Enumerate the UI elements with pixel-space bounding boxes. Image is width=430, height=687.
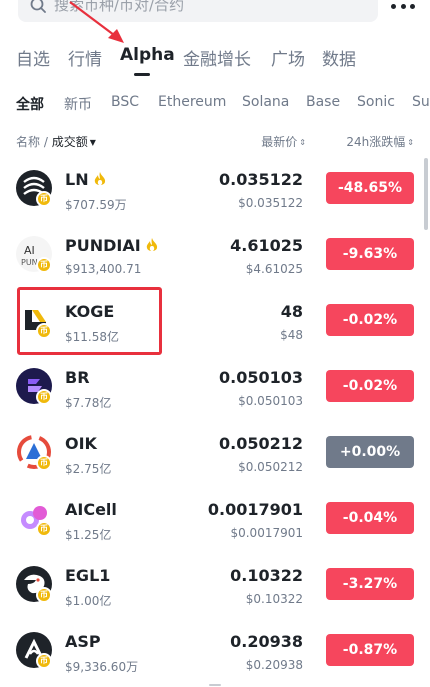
coin-badge-icon: 币 [36, 521, 52, 537]
tab-data[interactable]: 数据 [322, 45, 356, 70]
token-price-usd: $0.10322 [245, 592, 303, 606]
chain-tab-new[interactable]: 新币 [64, 94, 92, 114]
chain-tab-all[interactable]: 全部 [16, 94, 44, 114]
token-price: 0.0017901 [207, 500, 303, 519]
main-tab-bar: 自选 行情 Alpha 金融增长 广场 数据 [0, 40, 430, 76]
chain-tab-sui[interactable]: Su [412, 94, 430, 110]
change-badge[interactable]: -9.63% [326, 238, 414, 270]
token-price: 0.10322 [230, 566, 303, 585]
search-icon [30, 0, 46, 13]
token-price-usd: $0.035122 [238, 196, 303, 210]
sort-icon: ⇕ [407, 138, 414, 147]
search-input[interactable] [54, 0, 334, 14]
token-price-usd: $0.0017901 [230, 526, 303, 540]
coin-badge-icon: 币 [36, 257, 52, 273]
token-row[interactable]: 币 BR $7.78亿 0.050103 $0.050103 -0.02% [0, 353, 430, 419]
change-badge[interactable]: -0.02% [326, 304, 414, 336]
chain-tab-base[interactable]: Base [306, 94, 340, 110]
token-row[interactable]: 币 LN $707.59万 0.035122 $0.035122 -48.65% [0, 155, 430, 221]
change-badge[interactable]: +0.00% [326, 436, 414, 468]
tab-finance-growth[interactable]: 金融增长 [183, 45, 251, 70]
sort-by-price[interactable]: 最新价 ⇕ [261, 133, 306, 150]
sort-by-name[interactable]: 名称 / 成交额 ▼ [16, 133, 96, 150]
token-symbol: AICell [65, 500, 117, 519]
change-badge[interactable]: -48.65% [326, 172, 414, 204]
chain-filter-bar: 全部 新币 BSC Ethereum Solana Base Sonic Su [0, 92, 430, 114]
token-symbol: ASP [65, 632, 101, 651]
change-badge[interactable]: -0.02% [326, 370, 414, 402]
tab-markets[interactable]: 行情 [68, 45, 102, 70]
home-indicator [209, 684, 221, 686]
token-volume: $1.00亿 [65, 594, 112, 608]
pundiai-icon-text: AI [24, 244, 35, 257]
token-price: 0.050103 [218, 368, 303, 387]
token-volume: $9,336.60万 [65, 660, 139, 674]
token-price: 48 [280, 302, 303, 321]
more-icon[interactable] [391, 0, 415, 12]
chain-tab-ethereum[interactable]: Ethereum [158, 94, 226, 110]
token-symbol: PUNDIAI [65, 236, 158, 255]
tab-alpha[interactable]: Alpha [120, 45, 175, 65]
token-volume: $707.59万 [65, 198, 127, 212]
coin-badge-icon: 币 [36, 455, 52, 471]
chain-tab-sonic[interactable]: Sonic [357, 94, 395, 110]
search-bar[interactable] [18, 0, 378, 22]
token-price-usd: $0.20938 [245, 658, 303, 672]
tab-square[interactable]: 广场 [271, 45, 305, 70]
token-row[interactable]: 币 EGL1 $1.00亿 0.10322 $0.10322 -3.27% [0, 551, 430, 617]
token-volume: $2.75亿 [65, 462, 112, 476]
token-price-usd: $0.050103 [238, 394, 303, 408]
chain-tab-bsc[interactable]: BSC [111, 94, 139, 110]
token-price: 4.61025 [230, 236, 303, 255]
token-price: 0.20938 [230, 632, 303, 651]
flame-icon [146, 238, 157, 252]
volume-header: 成交额 [51, 135, 88, 149]
change-badge[interactable]: -0.87% [326, 634, 414, 666]
token-price: 0.050212 [218, 434, 303, 453]
header-separator: / [40, 135, 52, 149]
name-header: 名称 [16, 135, 41, 149]
token-price-usd: $48 [280, 328, 303, 342]
token-volume: $913,400.71 [65, 262, 142, 276]
tab-watchlist[interactable]: 自选 [16, 45, 50, 70]
token-row[interactable]: 币 ASP $9,336.60万 0.20938 $0.20938 -0.87% [0, 617, 430, 683]
coin-badge-icon: 币 [36, 653, 52, 669]
chain-tab-solana[interactable]: Solana [242, 94, 289, 110]
sort-by-change[interactable]: 24h涨跌幅 ⇕ [346, 133, 414, 150]
change-badge[interactable]: -3.27% [326, 568, 414, 600]
token-volume: $7.78亿 [65, 396, 112, 410]
token-row[interactable]: 币 OIK $2.75亿 0.050212 $0.050212 +0.00% [0, 419, 430, 485]
coin-badge-icon: 币 [36, 389, 52, 405]
koge-highlight-box [17, 287, 162, 355]
change-badge[interactable]: -0.04% [326, 502, 414, 534]
token-symbol: BR [65, 368, 90, 387]
flame-icon [94, 172, 105, 186]
token-symbol: OIK [65, 434, 97, 453]
coin-badge-icon: 币 [36, 191, 52, 207]
token-symbol: LN [65, 170, 106, 189]
active-tab-indicator [134, 73, 150, 76]
token-price: 0.035122 [218, 170, 303, 189]
sort-icon: ⇕ [299, 138, 306, 147]
token-price-usd: $0.050212 [238, 460, 303, 474]
change-header: 24h涨跌幅 [346, 135, 406, 149]
token-price-usd: $4.61025 [245, 262, 303, 276]
price-header: 最新价 [261, 135, 298, 149]
token-symbol: EGL1 [65, 566, 111, 585]
token-row[interactable]: 币 AICell $1.25亿 0.0017901 $0.0017901 -0.… [0, 485, 430, 551]
sort-down-icon: ▼ [89, 138, 96, 147]
column-headers: 名称 / 成交额 ▼ 最新价 ⇕ 24h涨跌幅 ⇕ [0, 132, 430, 150]
token-volume: $1.25亿 [65, 528, 112, 542]
token-row[interactable]: AI PUN 币 PUNDIAI $913,400.71 4.61025 $4.… [0, 221, 430, 287]
coin-badge-icon: 币 [36, 587, 52, 603]
